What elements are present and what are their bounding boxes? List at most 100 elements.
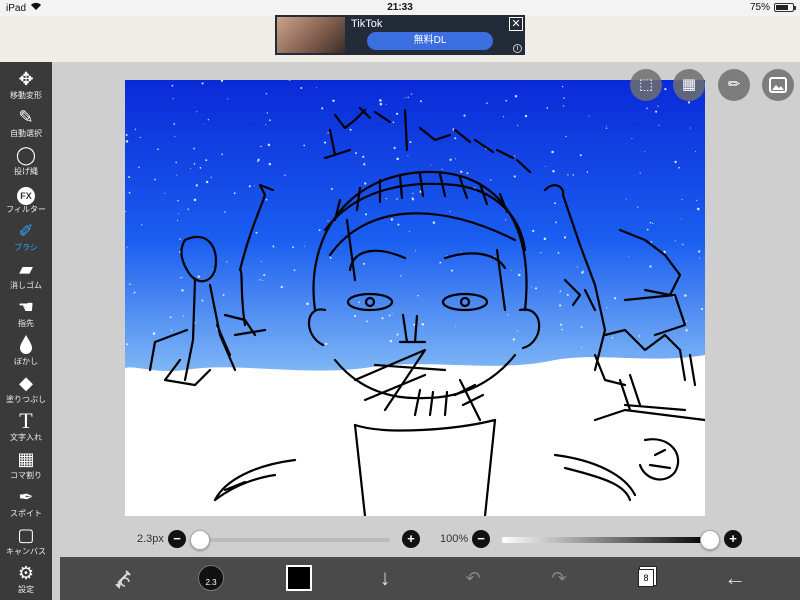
- star-speck: [254, 184, 255, 186]
- star-speck: [698, 257, 701, 259]
- star-speck: [674, 240, 676, 242]
- star-speck: [579, 154, 582, 157]
- tool-text[interactable]: T 文字入れ: [0, 410, 52, 447]
- star-speck: [655, 110, 658, 113]
- star-speck: [503, 116, 505, 118]
- star-speck: [267, 143, 271, 147]
- star-speck: [207, 119, 210, 121]
- star-speck: [400, 275, 402, 277]
- canvas-grid-icon[interactable]: ▦: [673, 69, 705, 101]
- tool-fill[interactable]: ◆ 塗りつぶし: [0, 372, 52, 409]
- star-speck: [327, 132, 329, 134]
- star-speck: [268, 162, 272, 166]
- tool-lasso[interactable]: ◯ 投げ縄: [0, 144, 52, 181]
- star-speck: [138, 166, 140, 169]
- star-speck: [512, 338, 516, 341]
- star-speck: [193, 198, 197, 202]
- star-speck: [203, 124, 205, 125]
- star-speck: [534, 287, 538, 290]
- ruler-icon[interactable]: ✏: [718, 69, 750, 101]
- ad-close-icon[interactable]: ✕: [509, 17, 523, 31]
- reference-image-icon[interactable]: [762, 69, 794, 101]
- star-speck: [397, 223, 400, 226]
- opacity-knob[interactable]: [700, 530, 720, 550]
- brush-preview-icon[interactable]: 2.3: [198, 565, 224, 591]
- ad-banner[interactable]: TikTok 無料DL ✕ i: [275, 15, 525, 55]
- star-speck: [454, 158, 456, 160]
- finger-icon: ☚: [17, 297, 35, 317]
- star-speck: [576, 266, 578, 268]
- star-speck: [565, 135, 567, 138]
- tool-filter[interactable]: FX フィルター: [0, 182, 52, 219]
- star-speck: [172, 97, 174, 100]
- star-speck: [388, 314, 391, 317]
- star-speck: [606, 307, 608, 309]
- star-speck: [329, 256, 332, 259]
- star-speck: [409, 141, 412, 144]
- star-speck: [169, 316, 172, 319]
- star-speck: [681, 198, 683, 200]
- star-speck: [514, 155, 516, 157]
- drawing-canvas[interactable]: [125, 80, 705, 516]
- tool-frame-divider[interactable]: ▦ コマ割り: [0, 448, 52, 485]
- star-speck: [396, 157, 399, 161]
- star-speck: [321, 107, 324, 110]
- layers-icon[interactable]: 8: [638, 569, 654, 587]
- ad-download-button[interactable]: 無料DL: [367, 32, 493, 50]
- star-speck: [507, 314, 509, 316]
- tool-canvas[interactable]: ▢ キャンバス: [0, 524, 52, 561]
- star-speck: [332, 99, 335, 102]
- tool-auto-select[interactable]: ✎ 自動選択: [0, 106, 52, 143]
- star-speck: [181, 289, 184, 292]
- star-speck: [189, 168, 191, 170]
- star-speck: [519, 270, 521, 272]
- star-speck: [201, 82, 204, 85]
- tool-eraser[interactable]: ▰ 消しゴム: [0, 258, 52, 295]
- star-speck: [126, 343, 129, 346]
- tool-settings[interactable]: ⚙ 設定: [0, 562, 52, 599]
- star-speck: [226, 261, 228, 263]
- tool-blur[interactable]: ぼかし: [0, 334, 52, 371]
- color-swatch[interactable]: [286, 565, 312, 591]
- star-speck: [625, 198, 627, 200]
- swap-tool-icon[interactable]: [112, 565, 138, 591]
- tool-eyedropper[interactable]: ✒ スポイト: [0, 486, 52, 523]
- star-speck: [695, 151, 696, 152]
- star-speck: [174, 136, 176, 138]
- star-speck: [531, 286, 532, 288]
- brush-size-minus-button[interactable]: −: [168, 530, 186, 548]
- brush-size-slider[interactable]: [200, 538, 390, 542]
- opacity-slider[interactable]: [502, 537, 710, 543]
- ad-info-icon[interactable]: i: [513, 44, 522, 53]
- selection-icon[interactable]: ⬚: [630, 69, 662, 101]
- undo-icon[interactable]: ↶: [460, 565, 486, 591]
- tool-smudge[interactable]: ☚ 指先: [0, 296, 52, 333]
- canvas-icon: ▢: [17, 525, 35, 545]
- brush-size-plus-button[interactable]: +: [402, 530, 420, 548]
- star-speck: [658, 124, 660, 126]
- download-icon[interactable]: ↓: [372, 565, 398, 591]
- brush-size-knob[interactable]: [190, 530, 210, 550]
- star-speck: [650, 241, 653, 243]
- star-speck: [139, 136, 141, 139]
- back-icon[interactable]: ←: [722, 565, 748, 591]
- tool-brush[interactable]: ✐ ブラシ: [0, 220, 52, 257]
- star-speck: [581, 271, 584, 274]
- battery-percent: 75%: [749, 2, 770, 13]
- star-speck: [227, 98, 229, 100]
- star-speck: [449, 211, 451, 213]
- star-speck: [490, 179, 492, 181]
- magic-wand-icon: ✎: [18, 107, 34, 127]
- tool-move-transform[interactable]: ✥ 移動変形: [0, 68, 52, 105]
- star-speck: [639, 172, 641, 174]
- redo-icon[interactable]: ↷: [546, 565, 572, 591]
- star-speck: [222, 293, 225, 296]
- star-speck: [685, 329, 688, 332]
- text-icon: T: [19, 408, 33, 433]
- brush-size-label: 2.3px: [137, 533, 164, 545]
- star-speck: [293, 269, 296, 272]
- star-speck: [128, 176, 131, 179]
- opacity-minus-button[interactable]: −: [472, 530, 490, 548]
- star-speck: [391, 313, 393, 315]
- opacity-plus-button[interactable]: +: [724, 530, 742, 548]
